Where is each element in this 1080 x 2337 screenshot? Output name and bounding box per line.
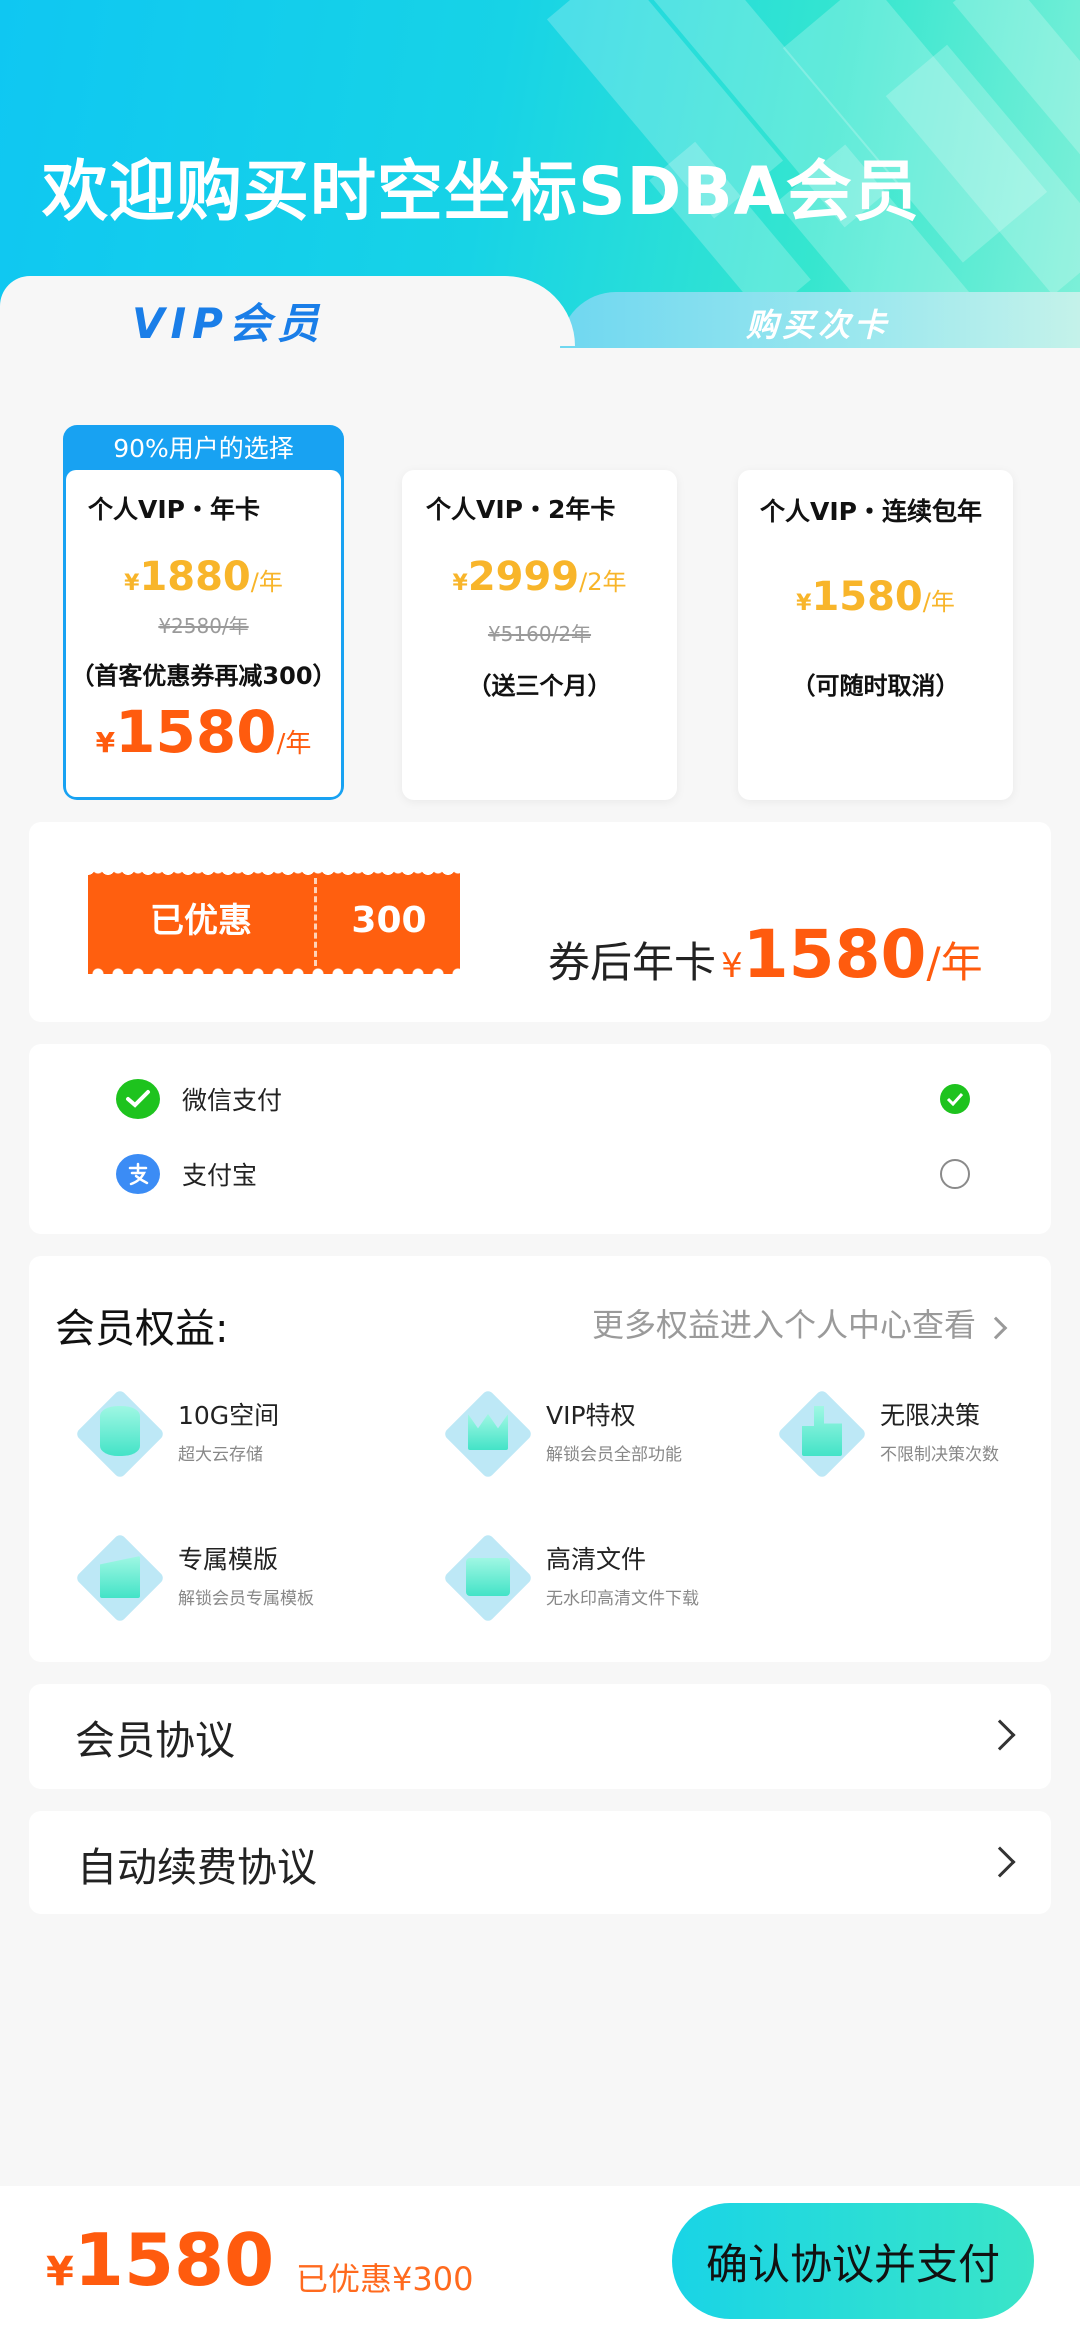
benefits-title: 会员权益: <box>55 1306 229 1352</box>
member-agreement-row[interactable]: 会员协议 <box>29 1684 1051 1789</box>
plan-name: 个人VIP・2年卡 <box>426 495 616 524</box>
alipay-icon <box>116 1154 160 1194</box>
chevron-right-icon <box>984 1719 1016 1751</box>
plan-name: 个人VIP・年卡 <box>88 495 260 524</box>
plan-card-2year[interactable]: 个人VIP・2年卡 ¥2999/2年 ¥5160/2年 （送三个月） <box>402 470 677 800</box>
total-price: ¥1580 <box>46 2218 275 2302</box>
benefit-templates: 专属模版 解锁会员专属模板 <box>74 1532 374 1632</box>
coupon-label: 已优惠 <box>150 901 252 941</box>
payment-option-wechat[interactable]: 微信支付 <box>116 1077 282 1121</box>
crown-icon <box>442 1388 534 1480</box>
plan-name: 个人VIP・连续包年 <box>760 497 982 526</box>
plan-price: ¥2999/2年 <box>452 554 627 600</box>
plan-card-auto-renew[interactable]: 个人VIP・连续包年 ¥1580/年 （可随时取消） <box>738 470 1013 800</box>
auto-renew-agreement-row[interactable]: 自动续费协议 <box>29 1811 1051 1914</box>
payment-option-alipay[interactable]: 支付宝 <box>116 1152 257 1196</box>
popular-badge: 90%用户的选择 <box>113 434 294 463</box>
plan-price: ¥1880/年 <box>124 554 283 600</box>
plan-final-price: ¥1580/年 <box>95 698 312 766</box>
thumbs-up-icon <box>776 1388 868 1480</box>
payment-panel <box>29 1044 1051 1234</box>
price-after-coupon: 券后年卡 ¥1580/年 <box>548 916 983 993</box>
tab-buy-card-label[interactable]: 购买次卡 <box>746 300 890 346</box>
wechat-pay-icon <box>116 1079 160 1119</box>
plan-note: （首客优惠券再减300） <box>70 662 337 690</box>
payment-label: 微信支付 <box>182 1086 283 1115</box>
benefit-vip: VIP特权 解锁会员全部功能 <box>442 1388 742 1488</box>
benefits-more-link[interactable]: 更多权益进入个人中心查看 <box>592 1300 1008 1346</box>
auto-renew-agreement-label: 自动续费协议 <box>77 1845 317 1891</box>
plan-note: （送三个月） <box>467 672 612 700</box>
template-icon <box>74 1532 166 1624</box>
tab-vip-member-label[interactable]: VIP会员 <box>132 290 325 351</box>
hd-file-icon <box>442 1532 534 1624</box>
confirm-pay-button[interactable]: 确认协议并支付 <box>672 2203 1034 2319</box>
benefit-unlimited-decisions: 无限决策 不限制决策次数 <box>776 1388 1076 1488</box>
wechat-radio-checked[interactable] <box>940 1084 970 1114</box>
benefit-storage: 10G空间 超大云存储 <box>74 1388 374 1488</box>
benefit-hd-files: 高清文件 无水印高清文件下载 <box>442 1532 742 1632</box>
alipay-radio-unchecked[interactable] <box>940 1159 970 1189</box>
plan-price: ¥1580/年 <box>796 574 955 620</box>
coupon-amount: 300 <box>351 900 427 941</box>
plan-original-price: ¥2580/年 <box>158 614 249 638</box>
payment-label: 支付宝 <box>182 1161 258 1190</box>
plan-card-annual[interactable]: 90%用户的选择 个人VIP・年卡 ¥1880/年 ¥2580/年 （首客优惠券… <box>63 425 344 800</box>
chevron-right-icon <box>984 1316 1008 1340</box>
plan-original-price: ¥5160/2年 <box>487 622 592 646</box>
storage-icon <box>74 1388 166 1480</box>
plan-note: （可随时取消） <box>791 672 960 700</box>
chevron-right-icon <box>984 1846 1016 1878</box>
coupon-divider <box>314 878 317 966</box>
member-agreement-label: 会员协议 <box>75 1718 235 1764</box>
saved-amount: 已优惠¥300 <box>296 2260 474 2298</box>
banner-title: 欢迎购买时空坐标SDBA会员 <box>42 153 920 230</box>
